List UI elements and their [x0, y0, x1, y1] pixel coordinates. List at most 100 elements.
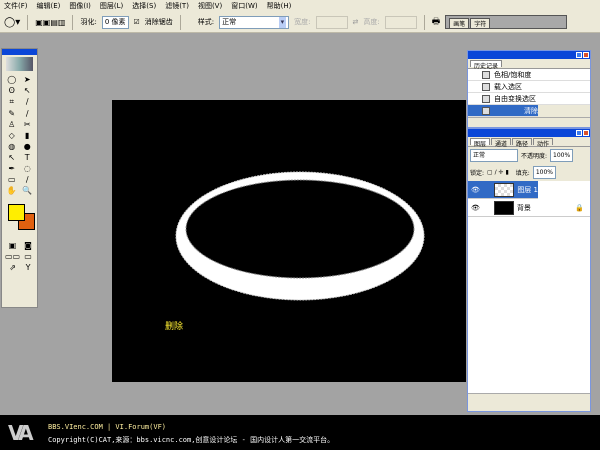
- divider: [423, 14, 425, 30]
- ring-shape: [175, 171, 425, 301]
- tab-layers[interactable]: 图层: [470, 138, 491, 148]
- tool-icon[interactable]: ➤: [21, 75, 35, 84]
- layer-row[interactable]: 👁 背景 🔒: [468, 199, 590, 217]
- standard-mode-icon[interactable]: ▣: [5, 241, 20, 250]
- chevron-down-icon: ▾: [278, 16, 287, 28]
- tool-icon[interactable]: ↖: [5, 153, 19, 162]
- elliptical-marquee-icon[interactable]: ◯▾: [4, 17, 20, 28]
- blend-mode-select[interactable]: 正常: [470, 149, 518, 162]
- options-bar: ◯▾ ▣▣▤▥ 羽化: 0 像素 ☑ 消除锯齿 样式: 正常 ▾ 宽度: ⇄ 高度…: [0, 12, 600, 33]
- adobe-logo[interactable]: [6, 57, 33, 71]
- palette-titlebar[interactable]: [468, 51, 590, 59]
- history-item-label: 色相/饱和度: [494, 70, 532, 79]
- canvas-caption: 删除: [165, 322, 184, 332]
- style-value: 正常: [222, 17, 237, 26]
- history-item-label: 自由变换选区: [494, 94, 536, 103]
- layer-row[interactable]: 👁 图层 1: [468, 181, 538, 199]
- height-input[interactable]: [384, 15, 417, 29]
- footer-line-1: BBS.VIenc.COM | VI.Forum(VF): [48, 423, 167, 431]
- history-item-label: 载入选区: [494, 82, 522, 91]
- tool-icon[interactable]: ◇: [5, 131, 19, 140]
- selection-mode-icons[interactable]: ▣▣▤▥: [35, 18, 65, 27]
- well-tab-brushes[interactable]: 画笔: [449, 18, 470, 28]
- toolbox: ◯ ➤ ʘ ↖ ⌗ ∕ ✎ ∕ ♙ ✂ ◇ ▮ ◍ ● ↖ T ✒ ◌ ▭ ∕ ✋ 🔍 ▣ ◙ ▭▭ ▭ ⇗ Y: [1, 48, 38, 308]
- opacity-label: 不透明度:: [521, 153, 548, 160]
- tool-icon[interactable]: ●: [21, 142, 35, 151]
- width-input[interactable]: [315, 15, 348, 29]
- well-tab-character[interactable]: 字符: [470, 18, 491, 28]
- tab-actions[interactable]: 动作: [533, 138, 554, 148]
- feather-label: 羽化:: [80, 18, 97, 26]
- tab-history[interactable]: 历史记录: [470, 60, 503, 70]
- lock-icons[interactable]: ▢ ∕ ✛ ▮: [487, 169, 509, 176]
- menu-layer[interactable]: 图层(L): [100, 1, 123, 11]
- tool-icon[interactable]: 🔍: [21, 186, 35, 195]
- eye-icon[interactable]: 👁: [471, 204, 480, 212]
- quickmask-mode-icon[interactable]: ◙: [22, 241, 34, 250]
- screen-mode-icon[interactable]: ▭▭: [5, 252, 20, 261]
- layer-name: 图层 1: [517, 185, 538, 194]
- menu-image[interactable]: 图像(I): [69, 1, 91, 11]
- menu-edit[interactable]: 编辑(E): [37, 1, 61, 11]
- tool-icon[interactable]: ◯: [5, 75, 19, 84]
- fullscreen-mode-icon[interactable]: ▭: [22, 252, 34, 261]
- history-state-icon: [482, 106, 490, 115]
- menu-file[interactable]: 文件(F): [4, 1, 28, 11]
- menu-help[interactable]: 帮助(H): [267, 1, 292, 11]
- tool-icon[interactable]: ∕: [21, 109, 35, 118]
- opacity-input[interactable]: 100%: [550, 149, 574, 162]
- extras-icon[interactable]: Y: [22, 263, 34, 272]
- mode-buttons: ▣ ◙ ▭▭ ▭ ⇗ Y: [2, 239, 37, 274]
- toolbox-titlebar[interactable]: [2, 49, 37, 55]
- history-item[interactable]: 自由变换选区: [468, 93, 590, 105]
- tool-icon[interactable]: ∕: [21, 97, 35, 107]
- menu-window[interactable]: 窗口(W): [231, 1, 257, 11]
- tab-channels[interactable]: 通道: [491, 138, 512, 148]
- history-item[interactable]: 清除: [468, 105, 538, 117]
- tool-icon[interactable]: ✂: [21, 120, 35, 129]
- jump-to-imageready-icon[interactable]: ⇗: [5, 263, 20, 272]
- tool-icon[interactable]: ⌗: [5, 97, 19, 107]
- close-icon[interactable]: [583, 52, 589, 58]
- minimize-icon[interactable]: [576, 52, 582, 58]
- vienc-logo: VA: [8, 421, 34, 445]
- foreground-color[interactable]: [8, 204, 25, 221]
- tool-icon[interactable]: ▭: [5, 175, 19, 184]
- document-canvas[interactable]: 删除: [112, 100, 466, 382]
- menu-select[interactable]: 选择(S): [132, 1, 156, 11]
- antialias-checkbox[interactable]: ☑: [134, 18, 140, 26]
- layer-name: 背景: [516, 203, 531, 212]
- layers-footer-buttons[interactable]: [468, 393, 590, 402]
- minimize-icon[interactable]: [576, 130, 582, 136]
- antialias-label: 消除锯齿: [144, 18, 173, 26]
- tool-icon[interactable]: ∕: [21, 175, 35, 184]
- fill-input[interactable]: 100%: [532, 166, 556, 179]
- tool-icon[interactable]: ↖: [21, 86, 35, 95]
- feather-input[interactable]: 0 像素: [101, 15, 129, 29]
- tool-icon[interactable]: ʘ: [5, 86, 19, 95]
- close-icon[interactable]: [583, 130, 589, 136]
- tool-icon[interactable]: ✋: [5, 186, 19, 195]
- divider: [179, 14, 181, 30]
- layer-list: 👁 图层 1 👁 背景 🔒: [468, 181, 590, 393]
- tab-paths[interactable]: 路径: [512, 138, 533, 148]
- palette-well: 画笔 字符: [445, 15, 568, 29]
- palette-titlebar[interactable]: [468, 129, 590, 137]
- style-select[interactable]: 正常 ▾: [219, 15, 290, 29]
- tool-icon[interactable]: T: [21, 153, 35, 162]
- palette-well-icon[interactable]: 🖶: [432, 14, 441, 30]
- tool-icon[interactable]: ✎: [5, 109, 19, 118]
- tool-icon[interactable]: ◌: [21, 164, 35, 173]
- eye-icon[interactable]: 👁: [471, 186, 480, 194]
- history-item[interactable]: 载入选区: [468, 81, 590, 93]
- lock-label: 锁定:: [470, 170, 485, 177]
- tool-icon[interactable]: ◍: [5, 142, 19, 151]
- tool-icon[interactable]: ♙: [5, 120, 19, 129]
- swap-icon[interactable]: ⇄: [353, 18, 359, 26]
- tool-icon[interactable]: ▮: [21, 131, 35, 140]
- history-item[interactable]: 色相/饱和度: [468, 69, 590, 81]
- tool-icon[interactable]: ✒: [5, 164, 19, 173]
- menu-filter[interactable]: 滤镜(T): [165, 1, 189, 11]
- history-footer-buttons[interactable]: [468, 117, 590, 126]
- menu-view[interactable]: 视图(V): [198, 1, 222, 11]
